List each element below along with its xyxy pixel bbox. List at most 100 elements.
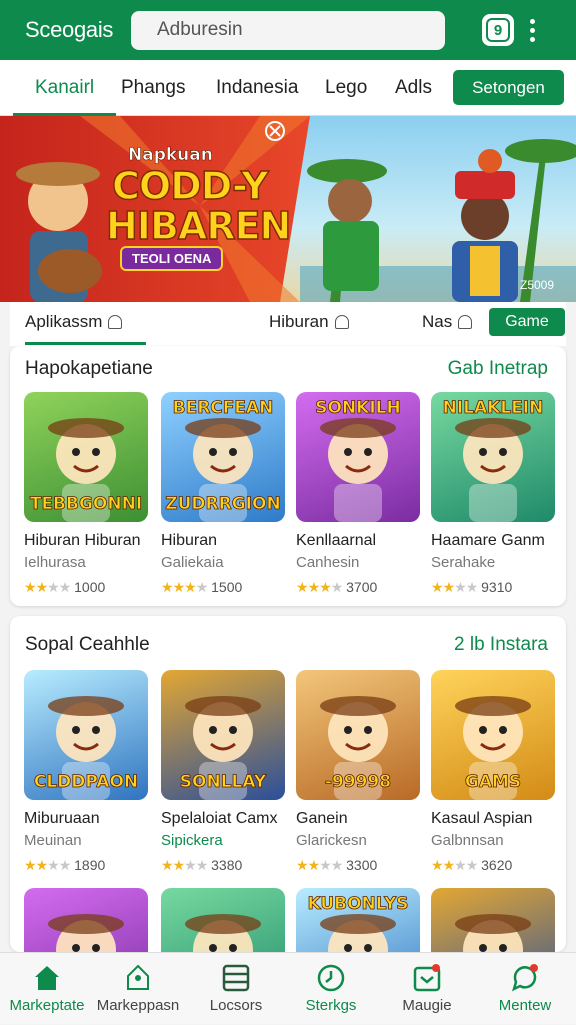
thumbnail-title: NILAKLEIN	[442, 398, 544, 419]
subtab-nas[interactable]: Nas	[422, 312, 473, 332]
app-developer: Meuinan	[24, 832, 82, 849]
app-title: Sceogais	[25, 17, 114, 42]
thumbnail-caption: ZUDRRGION	[165, 494, 281, 515]
app-tile[interactable]: CLDDPAON Miburuaan Meuinan ★★★★ 1890	[24, 670, 148, 874]
app-tile[interactable]: SONKILH Kenllaarnal Canhesin ★★★★ 3700	[296, 392, 420, 596]
app-tile[interactable]: TEBBGONNI Hiburan Hiburan Ielhurasa ★★★★ 10…	[24, 392, 148, 596]
app-name: Haamare Ganm	[431, 532, 545, 549]
star-icon: ★	[58, 579, 72, 595]
star-icon: ★	[431, 579, 444, 595]
app-thumbnail: CLDDPAON	[24, 670, 148, 800]
star-icon: ★	[47, 857, 60, 873]
game-button[interactable]: Game	[489, 308, 565, 336]
app-developer: Galiekaia	[161, 554, 224, 571]
clock-icon	[317, 964, 345, 992]
app-name: Kasaul Aspian	[431, 810, 533, 827]
nav-item-maugie[interactable]: Maugie	[372, 953, 482, 1025]
app-tile[interactable]: GAMS Kasaul Aspian Galbnnsan ★★★★ 3620	[431, 670, 555, 874]
tab-lego[interactable]: Lego	[325, 60, 367, 116]
star-icon: ★	[442, 857, 456, 873]
list-icon	[222, 964, 250, 992]
star-icon: ★	[296, 579, 309, 595]
star-icon: ★	[431, 857, 444, 873]
star-icon: ★	[319, 579, 332, 595]
app-rating: ★★★★ 1890	[24, 857, 148, 874]
sub-tabs: Aplikassm Hiburan Nas Game	[10, 302, 566, 346]
app-name: Hiburan Hiburan	[24, 532, 141, 549]
star-icon: ★	[24, 857, 37, 873]
banner-title: CODD-Y	[111, 163, 269, 208]
rating-count: 3380	[211, 857, 243, 873]
inbox-icon	[413, 964, 441, 992]
app-thumbnail: BERCFEAN ZUDRRGION	[161, 392, 285, 522]
nav-item-mentew[interactable]: Mentew	[470, 953, 576, 1025]
star-icon: ★	[454, 579, 467, 595]
subtab-hiburan[interactable]: Hiburan	[269, 312, 349, 332]
thumbnail-title: KUBONLYS	[307, 894, 409, 915]
star-icon: ★	[195, 579, 209, 595]
app-name: Hiburan	[161, 532, 218, 549]
nav-item-markeppasn[interactable]: Markeppasn	[83, 953, 193, 1025]
rating-count: 1890	[74, 857, 106, 873]
setongen-button[interactable]: Setongen	[453, 70, 564, 105]
bottom-navigation: Markeptate Markeppasn Locsors Sterkgs Ma…	[0, 952, 576, 1024]
app-badge-icon[interactable]: 9	[482, 14, 514, 46]
app-thumbnail: -99998	[296, 670, 420, 800]
tab-phangs[interactable]: Phangs	[121, 60, 185, 116]
banner-counter: Z5009	[520, 278, 555, 292]
app-developer: Glarickesn	[296, 832, 367, 849]
app-tile[interactable]: SONLLAY Spelaloiat Camx Sipickera ★★★★ 3380	[161, 670, 285, 874]
app-tile[interactable]: -99998 Ganein Glarickesn ★★★★ 3300	[296, 670, 420, 874]
thumbnail-caption: -99998	[324, 772, 392, 793]
chat-icon	[512, 964, 538, 992]
home-icon	[35, 966, 59, 990]
rating-count: 9310	[481, 579, 513, 595]
section-title: Hapokapetiane	[25, 358, 153, 379]
category-tabs: Kanairl Phangs Indanesia Lego Adls Seton…	[0, 60, 576, 116]
subtab-aplikassm[interactable]: Aplikassm	[25, 312, 148, 345]
app-rating: ★★★★ 1500	[161, 579, 285, 596]
star-icon: ★	[465, 579, 479, 595]
star-icon: ★	[465, 857, 479, 873]
star-icon: ★	[172, 579, 186, 595]
section-link[interactable]: Gab Inetrap	[448, 358, 548, 380]
star-icon: ★	[172, 857, 186, 873]
app-name: Ganein	[296, 810, 348, 827]
star-icon: ★	[24, 579, 37, 595]
banner-title-2: HIBAREN	[105, 203, 292, 248]
rating-count: 3300	[346, 857, 378, 873]
nav-item-sterkgs[interactable]: Sterkgs	[276, 953, 386, 1025]
star-icon: ★	[330, 857, 344, 873]
rating-count: 1000	[74, 579, 106, 595]
app-developer: Galbnnsan	[431, 832, 504, 849]
star-icon: ★	[184, 857, 197, 873]
tab-kanairl[interactable]: Kanairl	[12, 60, 117, 116]
rating-count: 1500	[211, 579, 243, 595]
thumbnail-caption: CLDDPAON	[33, 772, 139, 793]
app-rating: ★★★★ 3620	[431, 857, 555, 874]
star-icon: ★	[442, 579, 456, 595]
nav-item-locsors[interactable]: Locsors	[181, 953, 291, 1025]
rating-count: 3620	[481, 857, 513, 873]
search-input[interactable]: Adburesin	[131, 10, 445, 50]
app-tile[interactable]: NILAKLEIN Haamare Ganm Serahake ★★★★ 9310	[431, 392, 555, 596]
app-name: Kenllaarnal	[296, 532, 377, 549]
bell-icon	[334, 315, 349, 329]
app-tile[interactable]: BERCFEAN ZUDRRGION Hiburan Galiekaia ★★★★ 15…	[161, 392, 285, 596]
section-link[interactable]: 2 lb Instara	[454, 634, 548, 656]
more-menu-icon[interactable]	[530, 18, 535, 42]
promo-banner[interactable]: Napkuan CODD-Y HIBAREN TEOLI OENA Z5009	[0, 116, 576, 302]
star-icon: ★	[307, 857, 321, 873]
bell-icon	[108, 315, 123, 329]
thumbnail-caption: GAMS	[464, 772, 522, 793]
tab-indanesia[interactable]: Indanesia	[216, 60, 298, 116]
app-thumbnail: GAMS	[431, 670, 555, 800]
app-developer: Sipickera	[161, 832, 223, 849]
star-icon: ★	[195, 857, 209, 873]
tab-adls[interactable]: Adls	[395, 60, 432, 116]
star-icon: ★	[296, 857, 309, 873]
top-app-bar: Sceogais Adburesin 9	[0, 0, 576, 60]
star-icon: ★	[47, 579, 60, 595]
app-developer: Serahake	[431, 554, 496, 571]
star-icon: ★	[330, 579, 344, 595]
